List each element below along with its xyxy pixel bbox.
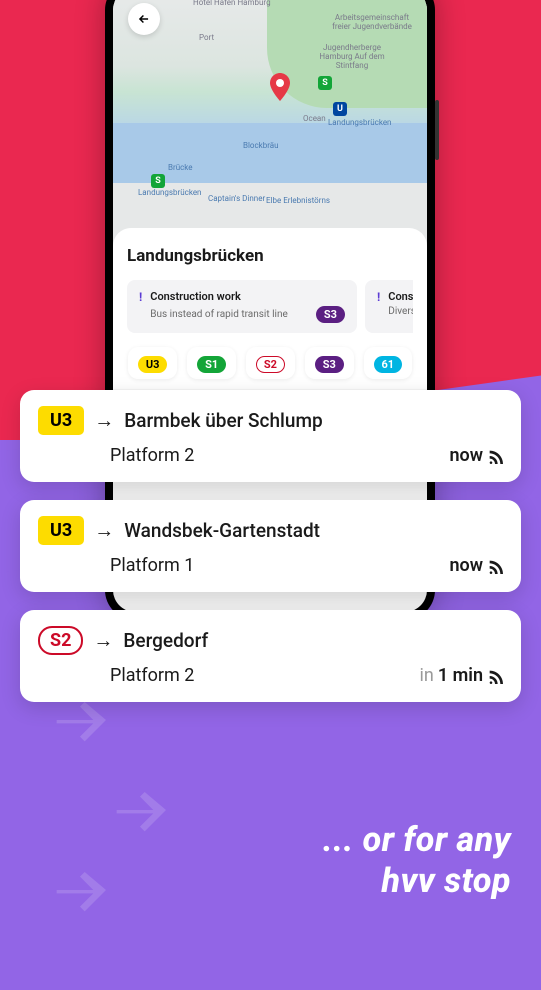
line-filter-u3[interactable]: U3 <box>128 347 178 379</box>
map-label: Blockbräu <box>243 141 279 150</box>
back-arrow-icon <box>137 12 151 26</box>
map-pin-icon <box>268 73 292 103</box>
map-label: Arbeitsgemeinschaft freier Jugendverbänd… <box>327 13 417 31</box>
destination: Barmbek über Schlump <box>124 409 322 432</box>
line-badge: U3 <box>38 516 84 545</box>
alert-icon: ! <box>377 290 380 323</box>
s-station-icon: S <box>151 174 165 188</box>
arrow-icon: → <box>94 518 114 543</box>
line-filter-61[interactable]: 61 <box>364 347 413 379</box>
map-label: Ocean <box>303 114 326 123</box>
departure-time: now <box>449 445 483 466</box>
s-station-icon: S <box>318 76 332 90</box>
platform: Platform 2 <box>110 445 194 466</box>
departure-card[interactable]: S2 → Bergedorf Platform 2 in 1 min <box>20 610 521 702</box>
bottom-sheet: Landungsbrücken ! Construction work Bus … <box>113 228 427 389</box>
map-label: Brücke <box>168 163 193 172</box>
u-station-icon: U <box>333 102 347 116</box>
live-icon <box>487 448 503 464</box>
phone-side-button <box>435 100 439 160</box>
alert-title: Const <box>388 290 413 303</box>
line-filter-s3[interactable]: S3 <box>305 347 354 379</box>
live-icon <box>487 668 503 684</box>
map-label: Landungsbrücken <box>138 188 201 197</box>
departure-card[interactable]: U3 → Wandsbek-Gartenstadt Platform 1 now <box>20 500 521 592</box>
line-filter-s2[interactable]: S2 <box>246 347 295 379</box>
alert-card[interactable]: ! Const Divers <box>365 280 413 333</box>
departure-time: now <box>449 555 483 576</box>
line-badge: U3 <box>38 406 84 435</box>
arrow-icon: → <box>94 408 114 433</box>
promo-text: ... or for any hvv stop <box>323 820 511 902</box>
map-label: Elbe Erlebnistörns <box>266 196 330 205</box>
station-name: Landungsbrücken <box>127 246 413 266</box>
back-button[interactable] <box>128 3 160 35</box>
alert-title: Construction work <box>150 290 345 303</box>
departure-time: 1 min <box>438 665 483 686</box>
platform: Platform 1 <box>110 555 194 576</box>
destination: Wandsbek-Gartenstadt <box>124 519 320 542</box>
line-filter-row: U3 S1 S2 S3 61 <box>127 347 413 379</box>
alert-detail: Divers <box>388 306 413 317</box>
alert-card[interactable]: ! Construction work Bus instead of rapid… <box>127 280 357 333</box>
map-label: Port <box>199 33 214 42</box>
departure-card[interactable]: U3 → Barmbek über Schlump Platform 2 now <box>20 390 521 482</box>
live-icon <box>487 558 503 574</box>
alert-detail: Bus instead of rapid transit line <box>150 309 288 320</box>
map-label: Hotel Hafen Hamburg <box>193 0 271 7</box>
destination: Bergedorf <box>123 629 208 652</box>
map-label: Captain's Dinner <box>208 194 265 203</box>
alerts-row[interactable]: ! Construction work Bus instead of rapid… <box>127 280 413 333</box>
arrow-icon: → <box>93 628 113 653</box>
time-prefix: in <box>420 665 434 686</box>
line-filter-s1[interactable]: S1 <box>187 347 236 379</box>
map-label: Jugendherberge Hamburg Auf dem Stintfang <box>307 43 397 70</box>
map-label: Landungsbrücken <box>328 118 391 127</box>
platform: Platform 2 <box>110 665 194 686</box>
line-badge: S3 <box>316 306 345 323</box>
alert-icon: ! <box>139 290 142 323</box>
map-view[interactable]: Hotel Hafen Hamburg Port Arbeitsgemeinsc… <box>113 0 427 248</box>
line-badge: S2 <box>38 626 83 655</box>
